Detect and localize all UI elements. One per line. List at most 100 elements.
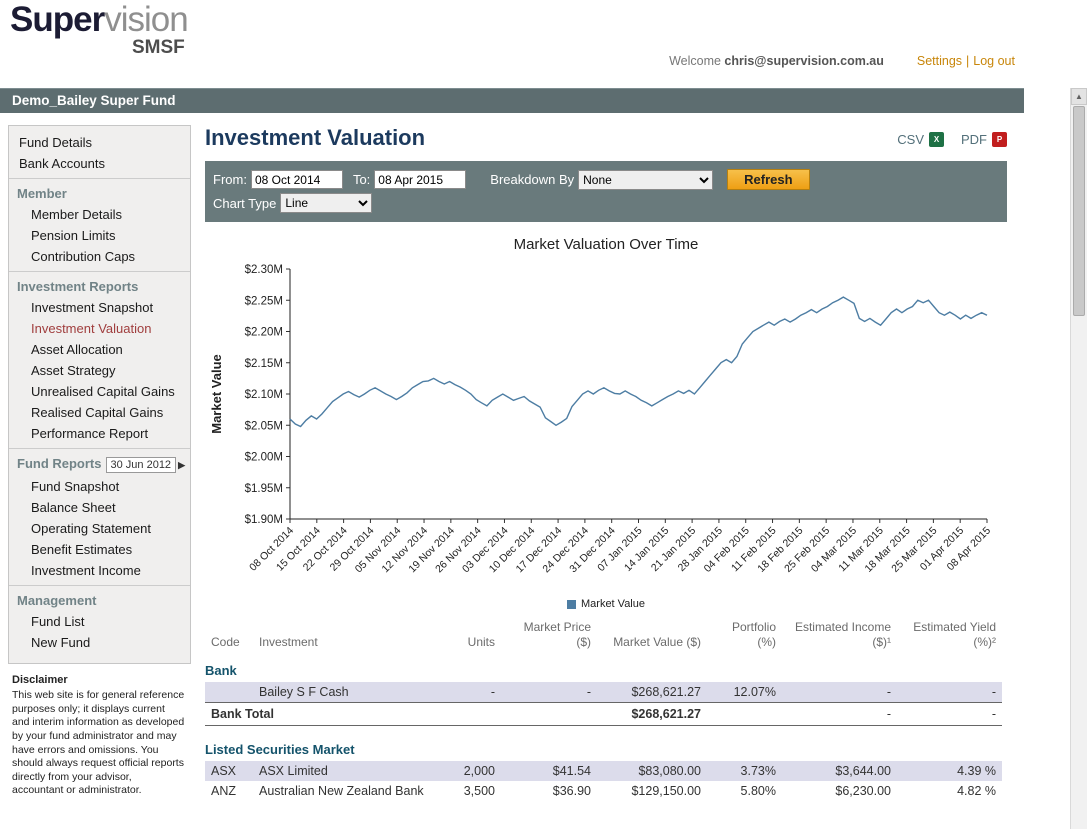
column-header-investment: Investment bbox=[253, 618, 435, 655]
sidebar-item-fund-list[interactable]: Fund List bbox=[9, 611, 190, 632]
excel-file-icon[interactable]: X bbox=[929, 132, 944, 147]
sidebar-item-investment-snapshot[interactable]: Investment Snapshot bbox=[9, 297, 190, 318]
y-tick-label: $1.95M bbox=[245, 483, 283, 495]
y-tick-label: $2.05M bbox=[245, 420, 283, 432]
fund-reports-date-selector[interactable]: 30 Jun 2012 bbox=[106, 457, 177, 473]
sidebar-item-fund-snapshot[interactable]: Fund Snapshot bbox=[9, 476, 190, 497]
sidebar-item-label: Member Details bbox=[31, 207, 122, 222]
disclaimer: Disclaimer This web site is for general … bbox=[8, 664, 191, 798]
column-header-market-price: Market Price ($) bbox=[501, 618, 597, 655]
user-email: chris@supervision.com.au bbox=[724, 54, 883, 68]
sidebar-section-fund-reports: Fund Reports 30 Jun 2012▶ bbox=[9, 448, 190, 476]
date-selector-arrow-icon[interactable]: ▶ bbox=[178, 460, 185, 470]
sidebar-item-member-details[interactable]: Member Details bbox=[9, 204, 190, 225]
table-section-title: Bank bbox=[205, 655, 1002, 682]
legend-label: Market Value bbox=[581, 598, 645, 610]
chart-title: Market Valuation Over Time bbox=[205, 236, 1007, 253]
sidebar-item-contribution-caps[interactable]: Contribution Caps bbox=[9, 246, 190, 267]
table-cell: $83,080.00 bbox=[597, 761, 707, 781]
export-pdf-link[interactable]: PDF bbox=[961, 132, 987, 147]
table-cell: $41.54 bbox=[501, 761, 597, 781]
refresh-button[interactable]: Refresh bbox=[727, 169, 809, 190]
sidebar-item-label: Unrealised Capital Gains bbox=[31, 384, 175, 399]
from-label: From: bbox=[213, 172, 247, 187]
sidebar-item-bank-accounts[interactable]: Bank Accounts bbox=[9, 153, 190, 174]
to-date-input[interactable] bbox=[374, 170, 466, 189]
sidebar-item-benefit-estimates[interactable]: Benefit Estimates bbox=[9, 539, 190, 560]
filter-bar: From: To: Breakdown By None Refresh Char… bbox=[205, 161, 1007, 222]
sidebar-item-asset-allocation[interactable]: Asset Allocation bbox=[9, 339, 190, 360]
y-tick-label: $2.25M bbox=[245, 295, 283, 307]
up-arrow-icon: ▲ bbox=[1075, 92, 1083, 101]
sidebar-item-label: Pension Limits bbox=[31, 228, 116, 243]
sidebar-item-performance-report[interactable]: Performance Report bbox=[9, 423, 190, 444]
sidebar-item-pension-limits[interactable]: Pension Limits bbox=[9, 225, 190, 246]
scrollbar-up-button[interactable]: ▲ bbox=[1071, 88, 1087, 105]
export-csv-link[interactable]: CSV bbox=[897, 132, 924, 147]
sidebar-item-asset-strategy[interactable]: Asset Strategy bbox=[9, 360, 190, 381]
logout-link[interactable]: Log out bbox=[973, 54, 1015, 68]
sidebar-item-operating-statement[interactable]: Operating Statement bbox=[9, 518, 190, 539]
app-header: Supervision SMSF Welcome chris@supervisi… bbox=[0, 0, 1087, 88]
disclaimer-text: This web site is for general reference p… bbox=[12, 689, 185, 798]
sidebar-section-member: Member bbox=[9, 178, 190, 204]
valuation-table-head-row: CodeInvestmentUnitsMarket Price ($)Marke… bbox=[205, 618, 1002, 655]
breakdown-by-select[interactable]: None bbox=[578, 170, 713, 190]
sidebar-item-unrealised-capital-gains[interactable]: Unrealised Capital Gains bbox=[9, 381, 190, 402]
scrollbar-thumb[interactable] bbox=[1073, 106, 1085, 316]
settings-link[interactable]: Settings bbox=[917, 54, 962, 68]
table-cell: ASX bbox=[205, 761, 253, 781]
table-cell: $3,644.00 bbox=[782, 761, 897, 781]
sidebar-item-label: Contribution Caps bbox=[31, 249, 135, 264]
table-total-cell: Bank Total bbox=[205, 703, 253, 726]
sidebar-item-label: Bank Accounts bbox=[19, 156, 105, 171]
column-header-portfolio: Portfolio (%) bbox=[707, 618, 782, 655]
table-cell: 4.82 % bbox=[897, 781, 1002, 801]
table-total-cell bbox=[435, 703, 501, 726]
sidebar-item-label: Investment Reports bbox=[17, 279, 138, 294]
table-cell: $129,150.00 bbox=[597, 781, 707, 801]
logo-smsf-text: SMSF bbox=[132, 38, 188, 57]
table-cell: - bbox=[501, 682, 597, 703]
sidebar-item-new-fund[interactable]: New Fund bbox=[9, 632, 190, 653]
table-cell: Australian New Zealand Bank bbox=[253, 781, 435, 801]
table-row: ANZAustralian New Zealand Bank3,500$36.9… bbox=[205, 781, 1002, 801]
table-spacer-row bbox=[205, 801, 1002, 809]
sidebar-item-label: Performance Report bbox=[31, 426, 148, 441]
fund-name: Demo_Bailey Super Fund bbox=[12, 93, 176, 108]
chart-panel: Market Valuation Over Time $1.90M$1.95M$… bbox=[205, 222, 1007, 610]
table-total-row: Bank Total$268,621.27-- bbox=[205, 703, 1002, 726]
table-cell: 3,500 bbox=[435, 781, 501, 801]
fund-title-bar: Demo_Bailey Super Fund bbox=[0, 88, 1024, 113]
vertical-scrollbar[interactable]: ▲ bbox=[1070, 88, 1087, 829]
sidebar-section-investment-reports: Investment Reports bbox=[9, 271, 190, 297]
welcome-label: Welcome bbox=[669, 54, 721, 68]
table-total-cell: - bbox=[897, 703, 1002, 726]
table-cell: ASX Limited bbox=[253, 761, 435, 781]
logo-super-text: Super bbox=[10, 0, 104, 39]
pdf-file-icon[interactable]: P bbox=[992, 132, 1007, 147]
sidebar-item-label: Fund Reports bbox=[17, 456, 102, 471]
sidebar-item-label: Investment Snapshot bbox=[31, 300, 153, 315]
logo-vision-text: vision bbox=[104, 0, 187, 39]
sidebar-item-balance-sheet[interactable]: Balance Sheet bbox=[9, 497, 190, 518]
table-cell: $6,230.00 bbox=[782, 781, 897, 801]
table-spacer-row bbox=[205, 726, 1002, 734]
sidebar-item-fund-details[interactable]: Fund Details bbox=[9, 132, 190, 153]
sidebar-item-label: Realised Capital Gains bbox=[31, 405, 163, 420]
y-tick-label: $2.20M bbox=[245, 327, 283, 339]
from-date-input[interactable] bbox=[251, 170, 343, 189]
sidebar-item-realised-capital-gains[interactable]: Realised Capital Gains bbox=[9, 402, 190, 423]
table-section-row-listed-securities-market: Listed Securities Market bbox=[205, 734, 1002, 761]
sidebar-item-investment-income[interactable]: Investment Income bbox=[9, 560, 190, 581]
table-row: ASXASX Limited2,000$41.54$83,080.003.73%… bbox=[205, 761, 1002, 781]
y-tick-label: $2.00M bbox=[245, 452, 283, 464]
chart-type-select[interactable]: Line bbox=[280, 193, 372, 213]
sidebar-item-label: Fund Details bbox=[19, 135, 92, 150]
column-header-code: Code bbox=[205, 618, 253, 655]
header-separator: | bbox=[966, 54, 969, 68]
sidebar-item-label: Operating Statement bbox=[31, 521, 151, 536]
sidebar-item-label: Balance Sheet bbox=[31, 500, 116, 515]
sidebar-item-investment-valuation[interactable]: Investment Valuation bbox=[9, 318, 190, 339]
table-total-cell bbox=[253, 703, 435, 726]
